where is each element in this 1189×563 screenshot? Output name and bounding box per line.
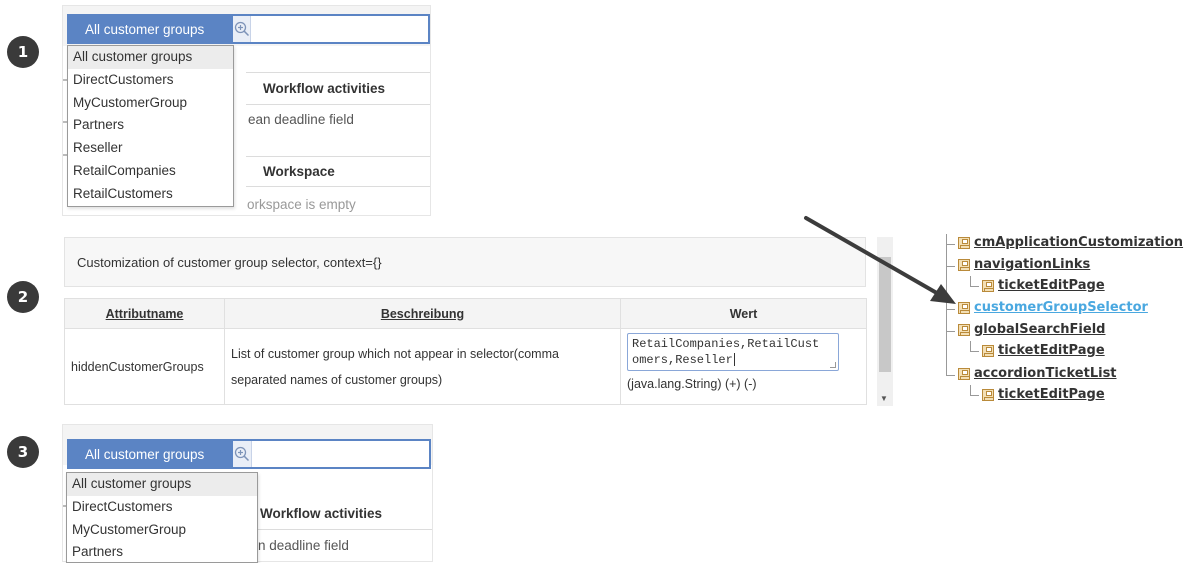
value-line: omers,Reseller: [632, 353, 733, 367]
tree-connector: [970, 286, 979, 287]
attribute-name-cell: hiddenCustomerGroups: [64, 328, 225, 405]
tree-item-cmapplicationcustomization[interactable]: cmApplicationCustomization: [974, 235, 1183, 250]
zoom-search-icon[interactable]: [233, 16, 251, 42]
customer-group-dropdown[interactable]: All customer groups DirectCustomers MyCu…: [66, 472, 258, 563]
tree-item-customergroupselector[interactable]: customerGroupSelector: [974, 300, 1148, 315]
search-field[interactable]: [231, 439, 431, 469]
deadline-field-text: ean deadline field: [243, 538, 349, 553]
workspace-empty-text: orkspace is empty: [247, 197, 356, 212]
tree-item-ticketeditpage[interactable]: ticketEditPage: [998, 387, 1105, 402]
tree-connector: [946, 331, 955, 332]
customer-group-selector-button[interactable]: All customer groups: [67, 439, 231, 469]
text-caret: [733, 353, 735, 367]
tree-item-ticketeditpage[interactable]: ticketEditPage: [998, 278, 1105, 293]
search-input[interactable]: [251, 16, 428, 42]
search-input[interactable]: [252, 441, 429, 467]
tree-node-icon: [982, 345, 994, 357]
step-badge-2: 2: [7, 281, 39, 313]
dropdown-option[interactable]: Partners: [67, 541, 257, 563]
workflow-activities-heading: Workflow activities: [263, 81, 386, 96]
column-header-attributname[interactable]: Attributname: [64, 298, 225, 329]
tree-connector: [970, 395, 979, 396]
tree-node-icon: [958, 368, 970, 380]
column-header-wert: Wert: [620, 298, 867, 329]
scroll-down-arrow-icon[interactable]: ▼: [880, 394, 888, 403]
dropdown-option[interactable]: DirectCustomers: [68, 69, 233, 92]
tree-item-navigationlinks[interactable]: navigationLinks: [974, 257, 1090, 272]
dropdown-option[interactable]: All customer groups: [67, 473, 257, 496]
dropdown-option[interactable]: DirectCustomers: [67, 496, 257, 519]
divider: [246, 72, 430, 73]
deadline-field-text: ean deadline field: [248, 112, 354, 127]
tree-node-icon: [982, 389, 994, 401]
table-row: hiddenCustomerGroups List of customer gr…: [64, 328, 867, 405]
workflow-activities-heading: Workflow activities: [260, 506, 383, 521]
divider: [246, 529, 432, 530]
value-textarea[interactable]: RetailCompanies,RetailCust omers,Reselle…: [627, 333, 839, 371]
attribute-table: Attributname Beschreibung Wert hiddenCus…: [64, 298, 867, 405]
resize-grip-icon[interactable]: [830, 362, 836, 368]
scrollbar-thumb[interactable]: [879, 257, 891, 372]
divider: [246, 186, 430, 187]
customer-group-selector-button[interactable]: All customer groups: [67, 14, 231, 44]
tree-item-ticketeditpage[interactable]: ticketEditPage: [998, 343, 1105, 358]
customer-group-dropdown[interactable]: All customer groups DirectCustomers MyCu…: [67, 45, 234, 207]
dropdown-option[interactable]: RetailCompanies: [68, 160, 233, 183]
attribute-description-cell: List of customer group which not appear …: [224, 328, 621, 405]
divider: [246, 104, 430, 105]
dropdown-option[interactable]: Partners: [68, 114, 233, 137]
tree-node-icon: [958, 259, 970, 271]
step-badge-1: 1: [7, 36, 39, 68]
step-badge-3: 3: [7, 436, 39, 468]
tree-connector: [946, 309, 955, 310]
tree-connector: [970, 351, 979, 352]
attribute-value-cell: RetailCompanies,RetailCust omers,Reselle…: [620, 328, 867, 405]
zoom-search-icon[interactable]: [233, 441, 252, 467]
divider: [246, 156, 430, 157]
tree-node-icon: [958, 237, 970, 249]
dropdown-option[interactable]: MyCustomerGroup: [67, 519, 257, 542]
tree-item-accordionticketlist[interactable]: accordionTicketList: [974, 366, 1117, 381]
value-line-caret: omers,Reseller: [632, 352, 834, 368]
tree-connector: [970, 385, 971, 395]
tree-connector: [970, 276, 971, 286]
customization-header: Customization of customer group selector…: [64, 237, 866, 287]
tree-item-globalsearchfield[interactable]: globalSearchField: [974, 322, 1105, 337]
dropdown-option[interactable]: All customer groups: [68, 46, 233, 69]
tree-connector: [946, 266, 955, 267]
value-line: RetailCompanies,RetailCust: [632, 337, 820, 351]
tree-node-icon: [958, 324, 970, 336]
tree-connector: [946, 244, 955, 245]
tree-node-icon: [982, 280, 994, 292]
dropdown-option[interactable]: Reseller: [68, 137, 233, 160]
tree-node-icon: [958, 302, 970, 314]
tree-connector: [946, 234, 947, 376]
dropdown-option[interactable]: RetailCustomers: [68, 183, 233, 206]
column-header-beschreibung[interactable]: Beschreibung: [224, 298, 621, 329]
tree-connector: [970, 341, 971, 351]
tree-connector: [946, 375, 955, 376]
dropdown-option[interactable]: MyCustomerGroup: [68, 92, 233, 115]
value-type-text[interactable]: (java.lang.String) (+) (-): [627, 377, 860, 391]
search-field[interactable]: [231, 14, 430, 44]
workspace-heading: Workspace: [263, 164, 335, 179]
